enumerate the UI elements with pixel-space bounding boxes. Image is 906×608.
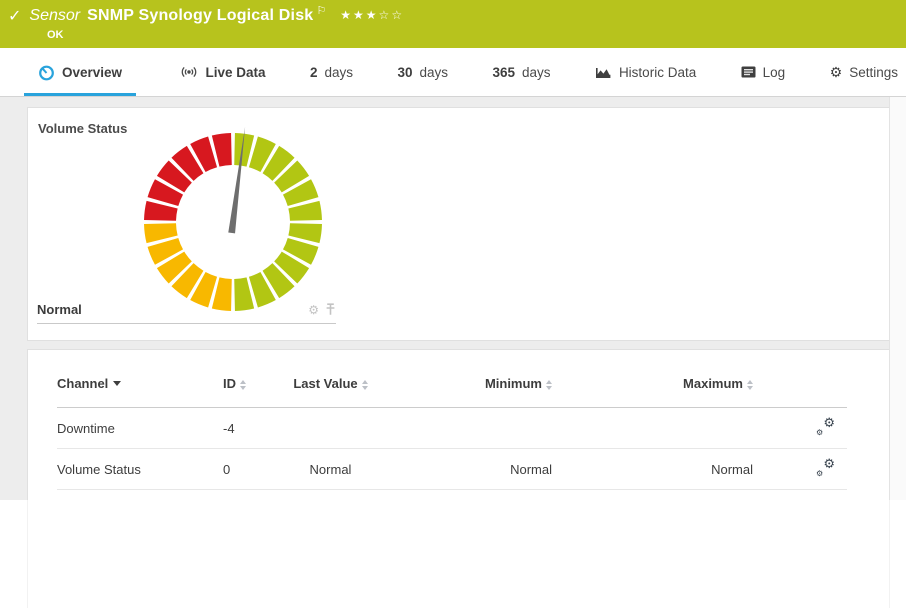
gauge-footer: Normal ⚙ xyxy=(37,302,336,324)
channel-id: 0 xyxy=(223,449,283,490)
gauge-settings-icon[interactable]: ⚙ xyxy=(308,304,319,316)
tab-30-days[interactable]: 30 days xyxy=(397,48,448,96)
channel-settings-icon[interactable]: ⚙ ⚙ xyxy=(816,459,835,476)
historic-data-icon xyxy=(595,66,612,79)
content-area: Volume Status Normal ⚙ Channel xyxy=(0,97,906,500)
tab-label: days xyxy=(522,65,551,80)
column-header-actions xyxy=(753,350,847,408)
sort-icon xyxy=(747,380,753,390)
rating-stars[interactable]: ★★★☆☆ xyxy=(340,8,404,22)
channel-last-value xyxy=(283,408,378,449)
channels-panel: Channel ID Last Value Minimum Maximu xyxy=(28,350,889,608)
gauge-status-label: Normal xyxy=(37,302,82,317)
sensor-tabbar: Overview Live Data 2 days 30 days 365 da… xyxy=(0,48,906,97)
pin-icon[interactable] xyxy=(325,303,336,316)
column-label: Minimum xyxy=(485,376,542,391)
tab-settings[interactable]: ⚙ Settings xyxy=(830,48,898,96)
channel-maximum xyxy=(552,408,753,449)
volume-status-gauge xyxy=(135,124,331,320)
tab-365-days[interactable]: 365 days xyxy=(492,48,550,96)
live-data-icon xyxy=(180,65,198,79)
sort-desc-icon xyxy=(113,381,121,386)
sort-icon xyxy=(240,380,246,390)
sensor-name: SNMP Synology Logical Disk xyxy=(87,7,313,25)
tab-label: days xyxy=(419,65,448,80)
tab-label: days xyxy=(324,65,353,80)
volume-status-panel: Volume Status Normal ⚙ xyxy=(28,108,889,340)
column-label: Maximum xyxy=(683,376,743,391)
tab-2-days[interactable]: 2 days xyxy=(310,48,353,96)
status-check-icon: ✓ xyxy=(8,6,21,26)
channel-maximum: Normal xyxy=(552,449,753,490)
channel-minimum: Normal xyxy=(378,449,552,490)
right-gutter xyxy=(889,97,906,500)
column-header-maximum[interactable]: Maximum xyxy=(552,350,753,408)
channel-settings-icon[interactable]: ⚙ ⚙ xyxy=(816,418,835,435)
sort-icon xyxy=(362,380,368,390)
sort-icon xyxy=(546,380,552,390)
sensor-header: ✓ Sensor SNMP Synology Logical Disk ⚐ ★★… xyxy=(0,0,906,48)
tab-label: Historic Data xyxy=(619,65,696,80)
column-header-id[interactable]: ID xyxy=(223,350,283,408)
column-header-last-value[interactable]: Last Value xyxy=(283,350,378,408)
tab-label: Log xyxy=(763,65,786,80)
gauge-icon xyxy=(38,64,55,81)
tab-number: 30 xyxy=(397,65,412,80)
channel-row-volume-status: Volume Status 0 Normal Normal Normal ⚙ ⚙ xyxy=(57,449,847,490)
gear-icon: ⚙ xyxy=(830,65,843,79)
log-icon xyxy=(741,66,756,78)
tab-overview[interactable]: Overview xyxy=(24,48,136,96)
sensor-title-row: ✓ Sensor SNMP Synology Logical Disk ⚐ ★★… xyxy=(8,6,404,26)
panel-title: Volume Status xyxy=(38,121,127,136)
tab-number: 2 xyxy=(310,65,318,80)
priority-flag-icon[interactable]: ⚐ xyxy=(316,4,326,17)
channel-row-downtime: Downtime -4 ⚙ ⚙ xyxy=(57,408,847,449)
tab-live-data[interactable]: Live Data xyxy=(180,48,265,96)
channels-table: Channel ID Last Value Minimum Maximu xyxy=(57,350,847,490)
gauge-footer-icons: ⚙ xyxy=(308,303,336,316)
tab-historic-data[interactable]: Historic Data xyxy=(595,48,696,96)
tab-label: Live Data xyxy=(205,65,265,80)
channels-header-row: Channel ID Last Value Minimum Maximu xyxy=(57,350,847,408)
column-header-minimum[interactable]: Minimum xyxy=(378,350,552,408)
channel-name: Volume Status xyxy=(57,449,223,490)
channel-name: Downtime xyxy=(57,408,223,449)
channel-last-value: Normal xyxy=(283,449,378,490)
column-label: Last Value xyxy=(293,376,357,391)
column-label: ID xyxy=(223,376,236,391)
tab-number: 365 xyxy=(492,65,515,80)
tab-label: Overview xyxy=(62,65,122,80)
column-label: Channel xyxy=(57,376,108,391)
column-header-channel[interactable]: Channel xyxy=(57,350,223,408)
channel-id: -4 xyxy=(223,408,283,449)
sensor-status-badge: OK xyxy=(47,29,64,41)
channel-minimum xyxy=(378,408,552,449)
object-kind-label: Sensor xyxy=(29,7,80,25)
tab-log[interactable]: Log xyxy=(741,48,786,96)
tab-label: Settings xyxy=(849,65,898,80)
